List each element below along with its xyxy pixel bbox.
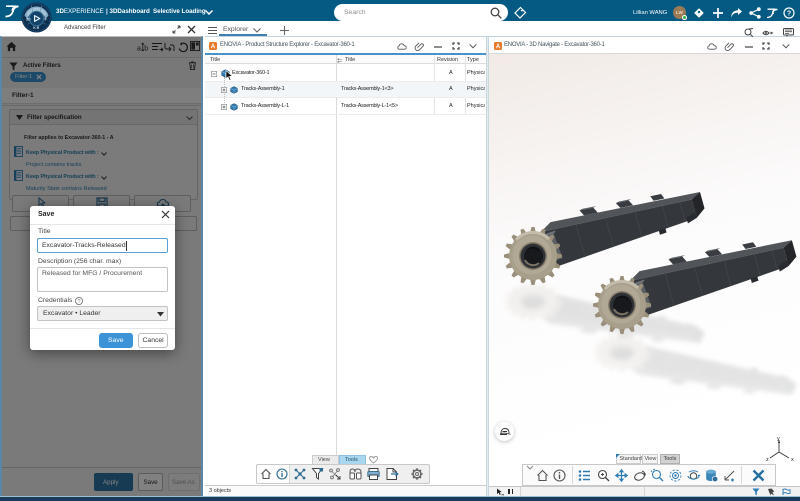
svg-text:3D: 3D (26, 18, 31, 22)
svg-text:?: ? (787, 11, 791, 18)
svg-text:x: x (791, 457, 794, 463)
svg-text:y: y (777, 436, 780, 442)
svg-text:?: ? (78, 298, 81, 304)
svg-text:K.R: K.R (33, 26, 39, 30)
svg-text:z: z (766, 457, 769, 463)
